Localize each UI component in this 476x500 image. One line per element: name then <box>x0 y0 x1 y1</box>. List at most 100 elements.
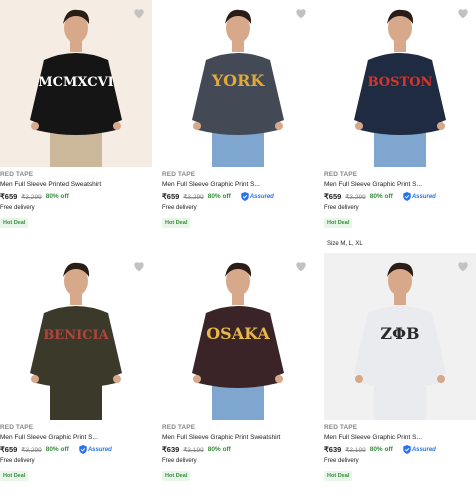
product-photo: MCMXCVI <box>30 9 122 167</box>
sweatshirt-print-text: BOSTON <box>368 75 433 90</box>
product-price: ₹639 <box>162 445 180 454</box>
wishlist-heart-icon[interactable] <box>294 259 308 273</box>
delivery-info: Free delivery <box>0 205 35 211</box>
assured-badge: Assured <box>79 445 112 454</box>
hot-deal-badge: Hot Deal <box>162 218 191 228</box>
assured-label: Assured <box>87 446 112 453</box>
product-price: ₹659 <box>162 192 180 201</box>
sweatshirt-print-text: MCMXCVI <box>38 75 114 90</box>
right-hand <box>275 122 283 130</box>
hot-deal-badge: Hot Deal <box>324 218 353 228</box>
assured-label: Assured <box>411 193 436 200</box>
hot-deal-badge: Hot Deal <box>0 471 29 481</box>
left-hand <box>355 375 363 383</box>
product-mrp: ₹3,299 <box>345 193 366 201</box>
product-title[interactable]: Men Full Sleeve Printed Sweatshirt <box>0 181 152 188</box>
sweatshirt-print-text: OSAKA <box>206 324 270 343</box>
product-brand: RED TAPE <box>0 424 34 431</box>
delivery-info: Free delivery <box>324 458 359 464</box>
product-discount: 80% off <box>45 193 69 200</box>
wishlist-heart-icon[interactable] <box>132 6 146 20</box>
product-image[interactable]: BENICIA <box>0 253 152 420</box>
wishlist-heart-icon[interactable] <box>456 6 470 20</box>
product-brand: RED TAPE <box>324 171 358 178</box>
delivery-info: Free delivery <box>324 205 359 211</box>
product-price: ₹659 <box>324 192 342 201</box>
product-discount: 80% off <box>207 193 231 200</box>
assured-badge: Assured <box>241 192 274 201</box>
shield-check-icon <box>403 192 411 201</box>
shield-check-icon <box>79 445 87 454</box>
hot-deal-badge: Hot Deal <box>324 471 353 481</box>
product-mrp: ₹3,299 <box>21 193 42 201</box>
product-image[interactable]: OSAKA <box>162 253 314 420</box>
left-hand <box>355 122 363 130</box>
product-photo: BENICIA <box>30 262 122 420</box>
delivery-info: Free delivery <box>0 458 35 464</box>
product-title[interactable]: Men Full Sleeve Graphic Print S... <box>0 434 152 441</box>
product-title[interactable]: Men Full Sleeve Graphic Print S... <box>324 181 476 188</box>
right-hand <box>437 122 445 130</box>
left-hand <box>31 375 39 383</box>
product-price: ₹639 <box>324 445 342 454</box>
hot-deal-badge: Hot Deal <box>162 471 191 481</box>
assured-label: Assured <box>411 446 436 453</box>
product-image[interactable]: BOSTON <box>324 0 476 167</box>
wishlist-heart-icon[interactable] <box>294 6 308 20</box>
assured-label: Assured <box>249 193 274 200</box>
right-hand <box>113 122 121 130</box>
product-title[interactable]: Men Full Sleeve Graphic Print Sweatshirt <box>162 434 314 441</box>
product-mrp: ₹3,199 <box>345 446 366 454</box>
product-mrp: ₹3,299 <box>21 446 42 454</box>
wishlist-heart-icon[interactable] <box>132 259 146 273</box>
product-card[interactable]: BOSTON RED TAPE Men Full Sleeve Graphic … <box>324 0 476 229</box>
model-pants <box>50 130 102 167</box>
product-image[interactable]: MCMXCVI <box>0 0 152 167</box>
product-brand: RED TAPE <box>324 424 358 431</box>
product-card[interactable]: OSAKA RED TAPE Men Full Sleeve Graphic P… <box>162 253 314 482</box>
product-card[interactable]: BENICIA RED TAPE Men Full Sleeve Graphic… <box>0 253 152 482</box>
product-photo: OSAKA <box>192 262 284 420</box>
right-hand <box>275 375 283 383</box>
product-brand: RED TAPE <box>162 171 196 178</box>
left-hand <box>193 375 201 383</box>
product-title[interactable]: Men Full Sleeve Graphic Print S... <box>324 434 476 441</box>
product-title[interactable]: Men Full Sleeve Graphic Print S... <box>162 181 314 188</box>
model-pants <box>212 130 264 167</box>
sweatshirt-print-text: BENICIA <box>43 328 109 343</box>
product-brand: RED TAPE <box>162 424 196 431</box>
model-pants <box>50 383 102 420</box>
assured-badge: Assured <box>403 445 436 454</box>
right-hand <box>113 375 121 383</box>
product-card[interactable]: MCMXCVI RED TAPE Men Full Sleeve Printed… <box>0 0 152 229</box>
assured-badge: Assured <box>403 192 436 201</box>
product-mrp: ₹3,299 <box>183 193 204 201</box>
product-brand: RED TAPE <box>0 171 34 178</box>
delivery-info: Free delivery <box>162 205 197 211</box>
product-card[interactable]: YORK RED TAPE Men Full Sleeve Graphic Pr… <box>162 0 314 229</box>
product-price: ₹659 <box>0 445 18 454</box>
product-discount: 80% off <box>369 193 393 200</box>
delivery-info: Free delivery <box>162 458 197 464</box>
model-pants <box>212 383 264 420</box>
sweatshirt-print-text: ZΦB <box>380 324 419 343</box>
product-discount: 80% off <box>369 446 393 453</box>
product-discount: 80% off <box>207 446 231 453</box>
hot-deal-badge: Hot Deal <box>0 218 29 228</box>
product-image[interactable]: YORK <box>162 0 314 167</box>
product-image[interactable]: ZΦB <box>324 253 476 420</box>
product-photo: ZΦB <box>354 262 446 420</box>
left-hand <box>193 122 201 130</box>
right-hand <box>437 375 445 383</box>
product-card[interactable]: ZΦB RED TAPE Men Full Sleeve Graphic Pri… <box>324 253 476 482</box>
model-pants <box>374 383 426 420</box>
sweatshirt-print-text: YORK <box>211 71 266 90</box>
product-photo: YORK <box>192 9 284 167</box>
product-price: ₹659 <box>0 192 18 201</box>
wishlist-heart-icon[interactable] <box>456 259 470 273</box>
size-availability: Size M, L, XL <box>327 241 363 247</box>
product-discount: 80% off <box>45 446 69 453</box>
shield-check-icon <box>241 192 249 201</box>
model-pants <box>374 130 426 167</box>
product-photo: BOSTON <box>354 9 446 167</box>
